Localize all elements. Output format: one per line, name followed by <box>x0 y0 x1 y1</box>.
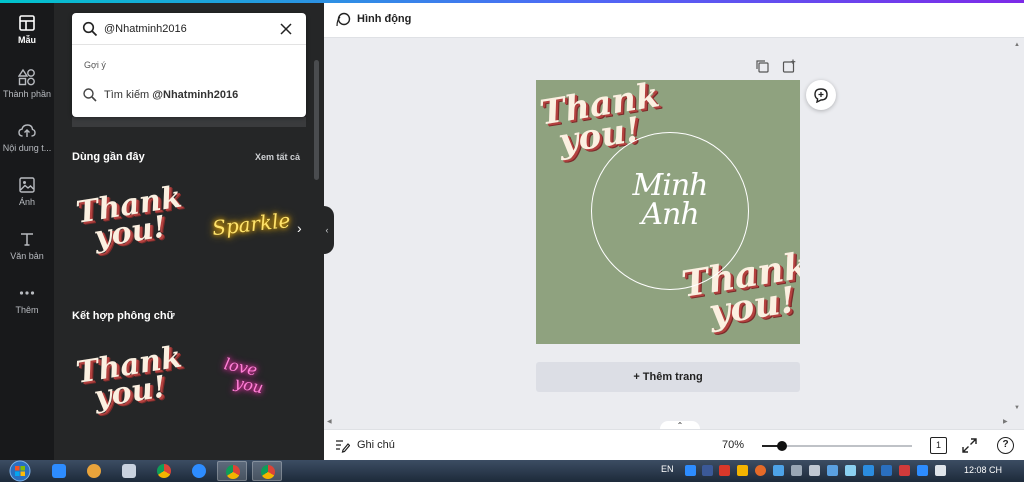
taskbar-zoom-app[interactable] <box>44 461 74 481</box>
add-page-button[interactable]: + Thêm trang <box>536 362 800 392</box>
search-dropdown: Gợi ý Tìm kiếm @Nhatminh2016 <box>72 13 306 117</box>
taskbar-chrome-window-2[interactable] <box>252 461 282 481</box>
bluetooth-icon[interactable] <box>881 465 892 476</box>
system-clock[interactable]: 12:08 CH <box>964 465 1002 475</box>
windows-start-icon[interactable] <box>4 460 36 482</box>
comment-add-icon <box>814 88 828 103</box>
more-icon <box>19 291 35 295</box>
recent-section-title: Dùng gần đây <box>72 151 145 163</box>
add-page-icon <box>782 59 796 73</box>
collapse-panel-button[interactable]: ‹ <box>320 206 334 254</box>
tray-app-icon[interactable] <box>917 465 928 476</box>
signal-icon[interactable] <box>935 465 946 476</box>
upload-icon <box>18 124 36 137</box>
rail-item-label: Nội dung t... <box>2 143 52 153</box>
page-count-button[interactable]: 1 <box>930 437 947 454</box>
search-bar <box>72 13 306 45</box>
combo-thank-you-thumbnail[interactable]: Thank you! <box>74 340 184 422</box>
vertical-scrollbar[interactable]: ▲ ▼ <box>1012 38 1024 415</box>
name-text[interactable]: Minh Anh <box>591 171 749 232</box>
duplicate-page-button[interactable] <box>755 59 769 78</box>
panel-content-strip <box>72 117 306 127</box>
tray-app-icon[interactable] <box>702 465 713 476</box>
template-icon <box>19 15 35 31</box>
zoom-percentage[interactable]: 70% <box>722 439 744 451</box>
taskbar-chrome-app[interactable] <box>149 461 179 481</box>
document-icon <box>122 464 136 478</box>
tray-zoom-icon[interactable] <box>685 465 696 476</box>
tray-app-icon[interactable] <box>863 465 874 476</box>
tray-volume-icon[interactable] <box>809 465 820 476</box>
browser-icon <box>87 464 101 478</box>
rail-item-templates[interactable]: Mẫu <box>0 14 54 45</box>
notes-icon <box>336 440 350 453</box>
tray-drive-icon[interactable] <box>737 465 748 476</box>
rail-item-label: Ảnh <box>18 197 35 207</box>
chevron-right-icon[interactable]: › <box>297 220 309 236</box>
animate-icon <box>336 12 351 27</box>
scroll-left-icon[interactable]: ◀ <box>327 418 332 425</box>
close-icon[interactable] <box>278 21 294 37</box>
tray-app-icon[interactable] <box>755 465 766 476</box>
photo-icon <box>19 177 35 193</box>
tray-app-icon[interactable] <box>827 465 838 476</box>
text-icon <box>21 233 33 246</box>
suggestion-prefix: Tìm kiếm <box>104 89 153 101</box>
combo-love-you-thumbnail[interactable]: love you <box>222 354 282 412</box>
rail-item-label: Thêm <box>15 305 39 315</box>
scroll-right-icon[interactable]: ▶ <box>1003 418 1008 425</box>
editor-bottom-bar: Ghi chú 70% 1 ? <box>324 429 1024 460</box>
animate-button[interactable]: Hình động <box>357 13 411 25</box>
chrome-icon <box>157 464 171 478</box>
chrome-icon <box>226 465 240 479</box>
notes-button[interactable]: Ghi chú <box>357 439 395 451</box>
rail-item-photos[interactable]: Ảnh <box>0 176 54 207</box>
recent-thank-you-thumbnail[interactable]: Thank you! <box>74 180 184 262</box>
rail-item-label: Văn bản <box>10 251 44 261</box>
duplicate-icon <box>756 60 769 73</box>
scroll-up-icon[interactable]: ▲ <box>1014 42 1020 48</box>
zoom-app-icon <box>192 464 206 478</box>
design-text: Anh <box>641 196 699 232</box>
recent-sparkle-thumbnail[interactable]: Sparkle <box>211 208 292 242</box>
elements-icon <box>18 68 35 86</box>
rail-item-label: Mẫu <box>18 35 36 45</box>
refresh-comment-button[interactable] <box>806 80 836 110</box>
taskbar-chrome-window-1[interactable] <box>217 461 247 481</box>
tray-app-icon[interactable] <box>845 465 856 476</box>
zoom-app-icon <box>52 464 66 478</box>
left-rail: Mẫu Thành phần Nội dung t... Ảnh Văn bản… <box>0 3 54 460</box>
thumbnail-text: Sparkle <box>210 208 292 241</box>
tray-network-icon[interactable] <box>791 465 802 476</box>
fullscreen-icon[interactable] <box>961 437 978 454</box>
suggestion-heading: Gợi ý <box>84 60 106 70</box>
scroll-down-icon[interactable]: ▼ <box>1014 405 1020 411</box>
taskbar-zoom-app-2[interactable] <box>184 461 214 481</box>
search-input[interactable] <box>104 19 274 39</box>
rail-item-label: Thành phần <box>2 89 52 99</box>
rail-item-more[interactable]: Thêm <box>0 284 54 315</box>
search-icon <box>82 21 98 37</box>
chrome-icon <box>261 465 275 479</box>
editor-toolbar: Hình động <box>324 3 1024 38</box>
rail-item-elements[interactable]: Thành phần <box>0 68 54 99</box>
help-button[interactable]: ? <box>997 437 1014 454</box>
font-combos-section-title: Kết hợp phông chữ <box>72 310 175 322</box>
see-all-link[interactable]: Xem tất cả <box>255 152 300 162</box>
taskbar-word-app[interactable] <box>114 461 144 481</box>
zoom-slider-knob[interactable] <box>776 441 787 451</box>
rail-item-text[interactable]: Văn bản <box>0 230 54 261</box>
tray-app-icon[interactable] <box>719 465 730 476</box>
tray-app-icon[interactable] <box>773 465 784 476</box>
panel-scrollbar[interactable] <box>314 60 319 180</box>
windows-taskbar: EN 12:08 CH <box>0 460 1024 482</box>
tray-app-icon[interactable] <box>899 465 910 476</box>
zoom-slider[interactable] <box>762 441 912 451</box>
add-page-icon-button[interactable] <box>782 59 796 78</box>
rail-item-uploads[interactable]: Nội dung t... <box>0 122 54 153</box>
search-icon <box>83 88 97 102</box>
suggestion-term: @Nhatminh2016 <box>152 89 239 101</box>
taskbar-browser-app[interactable] <box>79 461 109 481</box>
language-indicator[interactable]: EN <box>661 464 674 474</box>
